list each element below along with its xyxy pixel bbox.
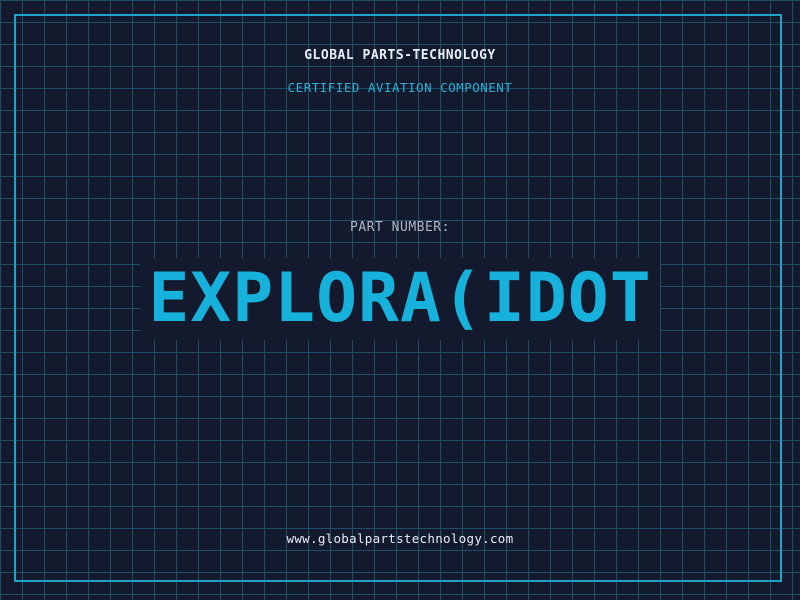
website-url: www.globalpartstechnology.com [286, 531, 514, 546]
certification-subtitle: CERTIFIED AVIATION COMPONENT [287, 80, 513, 95]
part-number-value: EXPLORA(IDOT [140, 258, 660, 340]
part-number-label: PART NUMBER: [350, 220, 450, 235]
part-number-container: EXPLORA(IDOT [0, 258, 800, 340]
company-name: GLOBAL PARTS-TECHNOLOGY [304, 48, 496, 63]
